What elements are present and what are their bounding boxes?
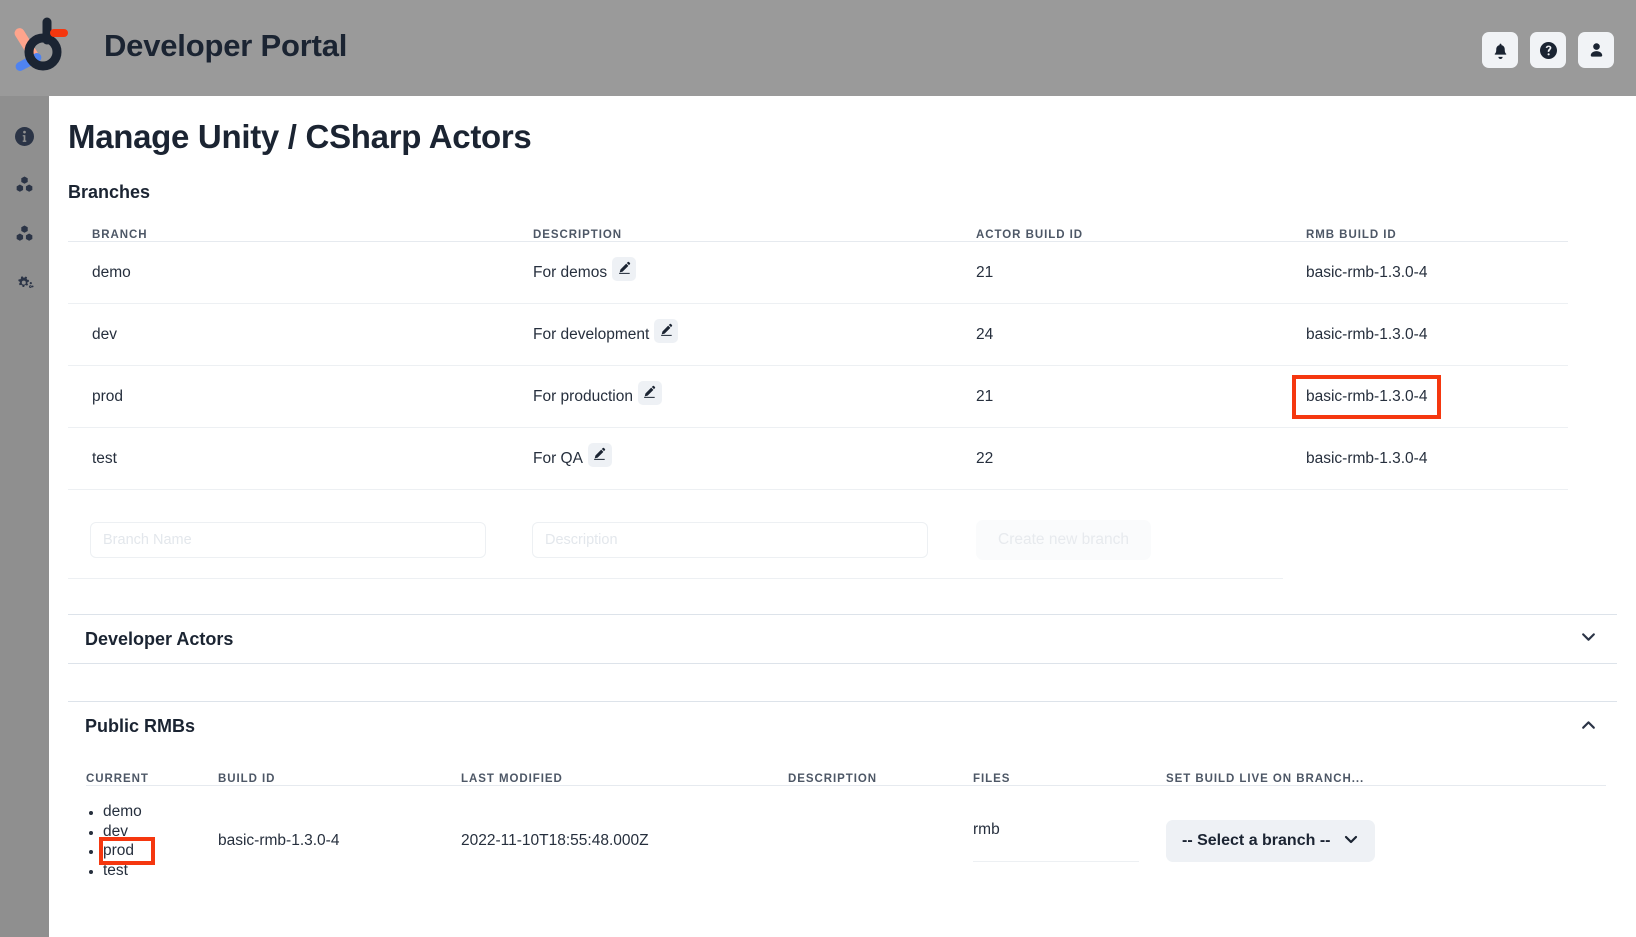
chevron-up-icon[interactable] — [1580, 716, 1597, 738]
column-header-files: FILES — [973, 773, 1011, 785]
branch-select-dropdown[interactable]: -- Select a branch -- — [1166, 820, 1376, 862]
column-header-set-build-live: SET BUILD LIVE ON BRANCH... — [1166, 773, 1365, 785]
sidebar-item-info[interactable] — [11, 122, 39, 150]
last-modified: 2022-11-10T18:55:48.000Z — [461, 832, 649, 849]
chevron-down-icon — [1343, 831, 1359, 852]
gears-icon — [15, 273, 35, 293]
top-bar-actions — [1482, 32, 1614, 68]
list-item: dev — [103, 822, 218, 842]
rmb-build-id-highlighted[interactable]: basic-rmb-1.3.0-4 — [1291, 374, 1442, 419]
edit-description-button[interactable] — [612, 256, 637, 281]
rmb-build-id: basic-rmb-1.3.0-4 — [218, 832, 340, 849]
branch-description: For demos — [533, 263, 608, 281]
edit-pencil-icon — [593, 447, 606, 463]
table-row: test For QA 22 basic-rmb-1.3.0-4 — [68, 428, 1568, 490]
rmb-build-id: basic-rmb-1.3.0-4 — [1306, 263, 1428, 281]
edit-description-button[interactable] — [587, 442, 612, 467]
current-branches-cell: demo dev prod test — [86, 802, 218, 880]
list-item: test — [103, 861, 218, 881]
section-title-public-rmbs: Public RMBs — [85, 716, 196, 736]
branches-table-header: BRANCH DESCRIPTION ACTOR BUILD ID RMB BU… — [68, 210, 1568, 242]
actor-build-id: 21 — [976, 387, 994, 405]
main-content: Manage Unity / CSharp Actors Branches BR… — [49, 96, 1636, 937]
column-header-current: CURRENT — [86, 773, 149, 785]
rmb-build-id-cell: basic-rmb-1.3.0-4 — [1306, 264, 1586, 282]
column-header-description: DESCRIPTION — [533, 229, 623, 241]
rmb-build-id: basic-rmb-1.3.0-4 — [1306, 325, 1428, 343]
branch-description-cell: For demos — [533, 256, 976, 285]
beamable-logo — [14, 14, 80, 80]
branches-table: BRANCH DESCRIPTION ACTOR BUILD ID RMB BU… — [68, 210, 1568, 490]
list-item-highlighted[interactable]: prod — [99, 837, 155, 865]
branches-heading: Branches — [68, 182, 151, 202]
section-developer-actors[interactable]: Developer Actors — [68, 614, 1617, 664]
table-row: prod For production 21 basic-rmb-1.3.0-4 — [68, 366, 1568, 428]
edit-description-button[interactable] — [637, 380, 662, 405]
branch-description: For QA — [533, 449, 583, 467]
notifications-button[interactable] — [1482, 32, 1518, 68]
app-root: Developer Portal Manage Unity / CSharp A… — [0, 0, 1636, 937]
app-title: Developer Portal — [104, 28, 348, 63]
account-button[interactable] — [1578, 32, 1614, 68]
left-sidebar — [0, 96, 49, 937]
help-button[interactable] — [1530, 32, 1566, 68]
branch-description-cell: For QA — [533, 442, 976, 471]
edit-description-button[interactable] — [654, 318, 679, 343]
create-branch-form: Create new branch — [68, 501, 1283, 579]
current-branch-list: demo dev prod test — [86, 802, 218, 880]
public-rmbs-table-header: CURRENT BUILD ID LAST MODIFIED DESCRIPTI… — [86, 756, 1606, 786]
edit-pencil-icon — [643, 385, 656, 401]
question-circle-icon — [1539, 41, 1557, 59]
edit-pencil-icon — [618, 261, 631, 277]
files-value: rmb — [973, 821, 1139, 862]
rmb-build-id-cell: basic-rmb-1.3.0-4 — [1306, 326, 1586, 344]
table-row: dev For development 24 basic-rmb-1.3.0-4 — [68, 304, 1568, 366]
column-header-last-modified: LAST MODIFIED — [461, 773, 563, 785]
section-public-rmbs[interactable]: Public RMBs — [68, 701, 1617, 751]
files-cell: rmb — [973, 821, 1166, 862]
column-header-branch: BRANCH — [92, 229, 148, 241]
branch-description: For development — [533, 325, 650, 343]
column-header-actor-build-id: ACTOR BUILD ID — [976, 229, 1084, 241]
branch-description: For production — [533, 387, 633, 405]
column-header-build-id: BUILD ID — [218, 773, 276, 785]
chevron-down-icon[interactable] — [1580, 628, 1597, 650]
cubes-icon — [15, 224, 34, 244]
create-new-branch-button[interactable]: Create new branch — [976, 519, 1151, 560]
branch-name: prod — [92, 387, 124, 405]
table-row: demo dev prod test basic-rmb-1.3.0-4 202… — [86, 786, 1606, 896]
edit-pencil-icon — [660, 323, 673, 339]
branch-name: dev — [92, 325, 117, 343]
sidebar-item-settings[interactable] — [11, 269, 39, 297]
sidebar-item-content[interactable] — [11, 171, 39, 199]
sidebar-item-builds[interactable] — [11, 220, 39, 248]
top-bar: Developer Portal — [0, 0, 1636, 96]
branch-name: test — [92, 449, 117, 467]
actor-build-id: 24 — [976, 325, 994, 343]
rmb-build-id: basic-rmb-1.3.0-4 — [1306, 449, 1428, 467]
list-item: demo — [103, 802, 218, 822]
branch-description-cell: For production — [533, 380, 976, 409]
set-live-cell: -- Select a branch -- — [1166, 820, 1546, 862]
rmb-build-id-cell: basic-rmb-1.3.0-4 — [1306, 450, 1586, 468]
public-rmbs-table: CURRENT BUILD ID LAST MODIFIED DESCRIPTI… — [86, 756, 1606, 896]
column-header-rmb-build-id: RMB BUILD ID — [1306, 229, 1397, 241]
table-row: demo For demos 21 basic-rmb-1.3.0-4 — [68, 242, 1568, 304]
column-header-description: DESCRIPTION — [788, 773, 878, 785]
branch-description-input[interactable] — [532, 521, 928, 558]
branch-description-cell: For development — [533, 318, 976, 347]
branch-select-label: -- Select a branch -- — [1182, 832, 1331, 849]
actor-build-id: 21 — [976, 263, 994, 281]
section-title-developer-actors: Developer Actors — [85, 628, 234, 649]
rmb-build-id-cell: basic-rmb-1.3.0-4 — [1291, 374, 1586, 419]
bell-icon — [1492, 42, 1509, 59]
info-circle-icon — [15, 126, 34, 146]
branch-name-input[interactable] — [90, 521, 486, 558]
user-icon — [1588, 42, 1605, 59]
branch-name: demo — [92, 263, 131, 281]
actor-build-id: 22 — [976, 449, 994, 467]
page-title: Manage Unity / CSharp Actors — [68, 118, 532, 155]
cubes-icon — [15, 175, 34, 195]
